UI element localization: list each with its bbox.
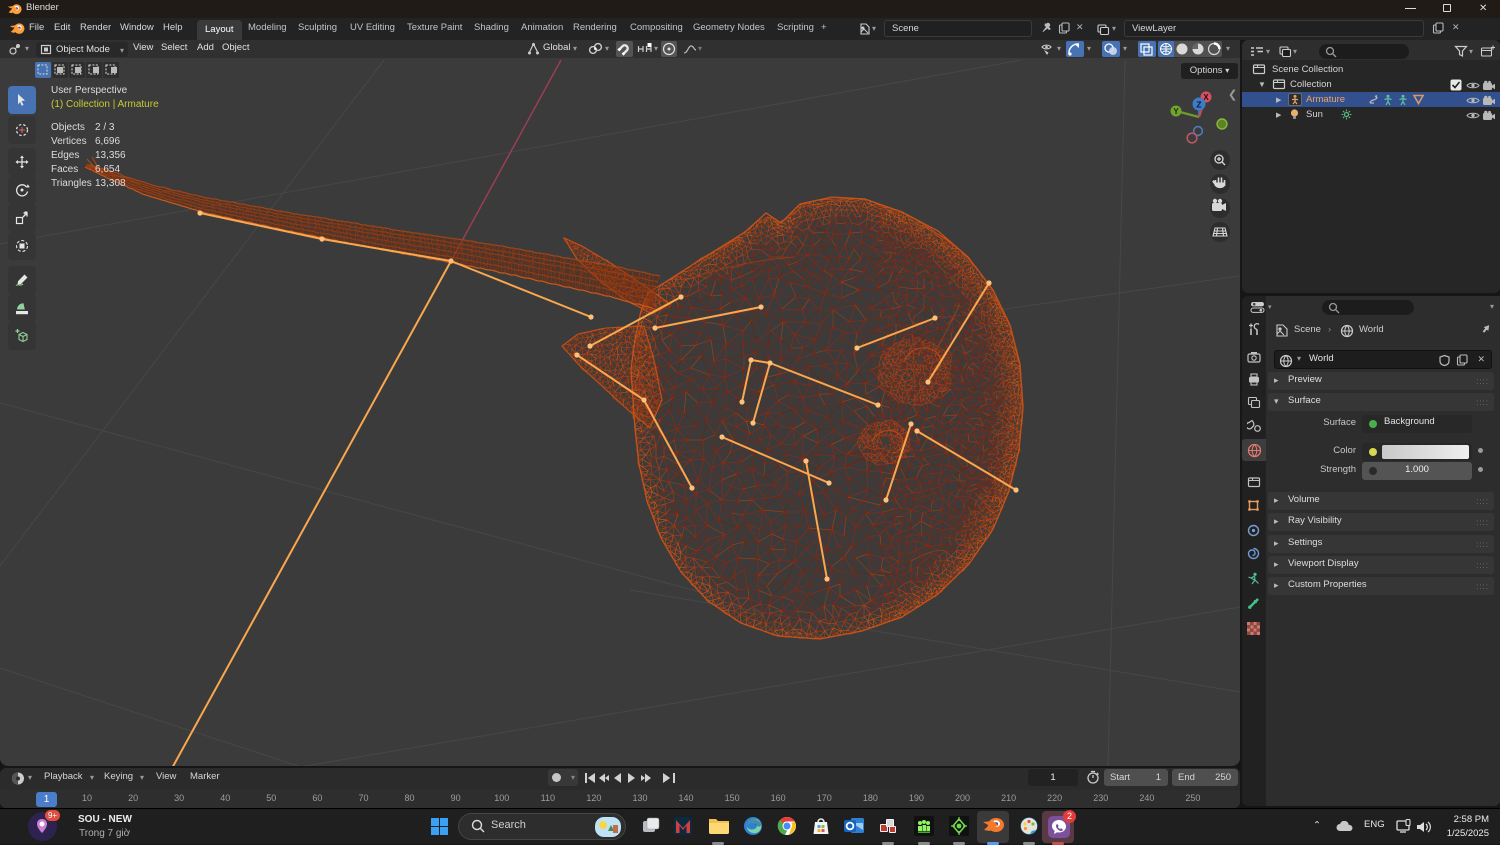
svg-text:Y: Y <box>1173 107 1179 116</box>
svg-text:Z: Z <box>1196 100 1201 110</box>
